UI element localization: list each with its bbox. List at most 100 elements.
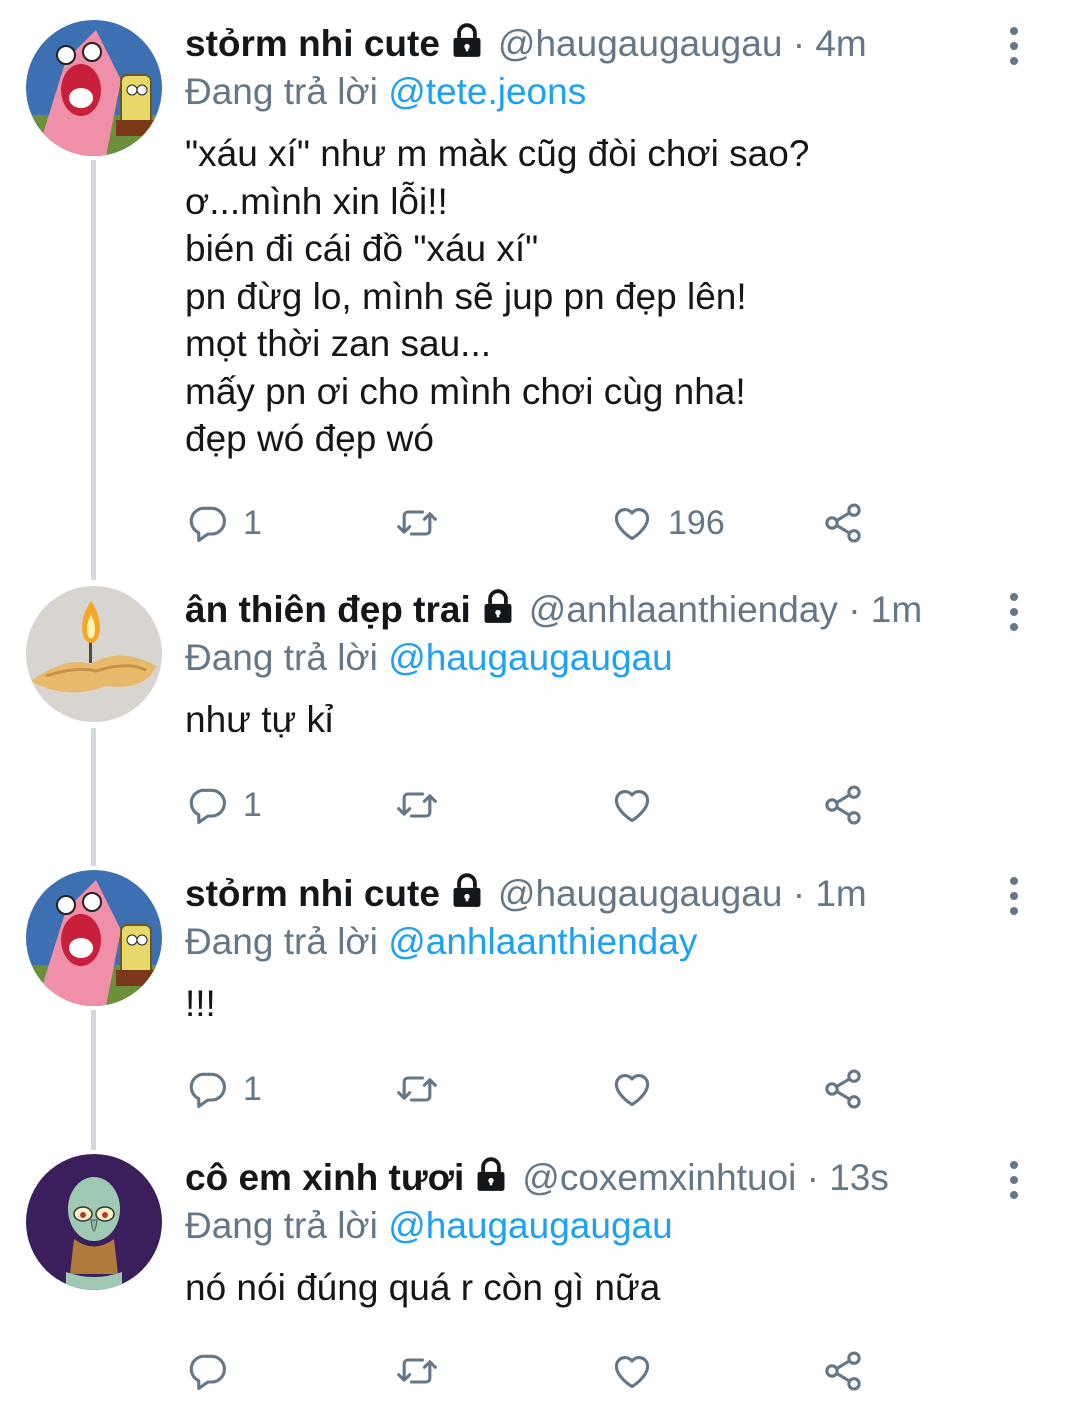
retweet-icon [397,1076,437,1102]
retweet-icon [397,510,437,536]
mention-link[interactable]: @haugaugaugau [388,1205,673,1246]
tweet-actions [185,1346,885,1396]
share-icon [825,503,861,543]
tweet-content: ân thiên đẹp trai @anhlaanthienday · 1m Đ… [185,586,1000,744]
heart-icon [614,508,650,541]
like-button[interactable]: 196 [610,498,725,548]
avatar[interactable] [26,20,162,156]
tweet-actions: 1 [185,1064,885,1114]
lock-icon [448,872,486,922]
tweet-timestamp[interactable]: 1m [871,589,922,630]
like-button[interactable] [610,1346,668,1396]
heart-icon [614,1356,650,1389]
replying-to-label: Đang trả lời [185,921,378,962]
display-name[interactable]: cô em xinh tươi [185,1157,464,1198]
separator-dot: · [806,1157,819,1198]
avatar[interactable] [26,586,162,722]
tweet-text: !!! [185,983,216,1024]
tweet-header: cô em xinh tươi @coxemxinhtuoi · 13s [185,1154,1000,1202]
lock-icon [479,588,517,638]
retweet-icon [397,1358,437,1384]
replying-to: Đang trả lời @anhlaanthienday [185,918,1000,966]
like-button[interactable] [610,1064,668,1114]
retweet-button[interactable] [395,1064,453,1114]
user-handle[interactable]: @haugaugaugau [498,23,783,64]
reply-button[interactable]: 1 [185,1064,262,1114]
more-vertical-icon[interactable] [1002,588,1026,636]
mention-link[interactable]: @anhlaanthienday [388,921,697,962]
share-button[interactable] [821,780,865,830]
user-handle[interactable]: @haugaugaugau [498,873,783,914]
avatar[interactable] [26,1154,162,1290]
tweet[interactable]: stỏrm nhi cute @haugaugaugau · 4m Đang tr… [0,20,1080,560]
tweet[interactable]: stỏrm nhi cute @haugaugaugau · 1m Đang tr… [0,870,1080,1130]
tweet-content: stỏrm nhi cute @haugaugaugau · 1m Đang tr… [185,870,1000,1028]
share-button[interactable] [821,498,865,548]
share-icon [825,785,861,825]
separator-dot: · [848,589,861,630]
separator-dot: · [792,873,806,914]
display-name[interactable]: stỏrm nhi cute [185,23,440,64]
separator-dot: · [792,23,806,64]
tweet-timestamp[interactable]: 13s [829,1157,889,1198]
user-handle[interactable]: @anhlaanthienday [529,589,838,630]
tweet-content: cô em xinh tươi @coxemxinhtuoi · 13s Đang… [185,1154,1000,1312]
lock-icon [472,1156,510,1206]
heart-icon [614,790,650,823]
display-name[interactable]: stỏrm nhi cute [185,873,440,914]
mention-link[interactable]: @haugaugaugau [388,637,673,678]
avatar[interactable] [26,870,162,1006]
reply-count: 1 [243,503,262,542]
patrick-star-avatar [26,870,162,1006]
retweet-button[interactable] [395,780,453,830]
share-button[interactable] [821,1064,865,1114]
like-button[interactable] [610,780,668,830]
tweet[interactable]: ân thiên đẹp trai @anhlaanthienday · 1m Đ… [0,586,1080,846]
share-button[interactable] [821,1346,865,1396]
reply-icon [189,506,226,542]
tweet-header: stỏrm nhi cute @haugaugaugau · 4m [185,20,1000,68]
patrick-star-avatar [26,20,162,156]
tweet-text: như tự kỉ [185,699,334,740]
tweet-header: ân thiên đẹp trai @anhlaanthienday · 1m [185,586,1000,634]
retweet-button[interactable] [395,1346,453,1396]
mention-link[interactable]: @tete.jeons [388,71,586,112]
reply-button[interactable]: 1 [185,780,262,830]
reply-icon [189,788,226,824]
reply-icon [189,1072,226,1108]
heart-icon [614,1074,650,1107]
squidward-avatar [26,1154,162,1290]
replying-to-label: Đang trả lời [185,637,378,678]
replying-to: Đang trả lời @haugaugaugau [185,1202,1000,1250]
tweet[interactable]: cô em xinh tươi @coxemxinhtuoi · 13s Đang… [0,1154,1080,1404]
tweet-text: "xáu xí" như m màk cũg đòi chơi sao? ơ..… [185,133,810,459]
replying-to-label: Đang trả lời [185,71,378,112]
reply-button[interactable] [185,1346,243,1396]
candle-flame-avatar [26,586,162,722]
tweet-text: nó nói đúng quá r còn gì nữa [185,1267,661,1308]
reply-count: 1 [243,785,262,824]
tweet-actions: 1 196 [185,498,885,548]
more-vertical-icon[interactable] [1002,22,1026,70]
tweet-timestamp[interactable]: 4m [815,23,866,64]
lock-icon [448,22,486,72]
like-count: 196 [668,503,725,542]
replying-to-label: Đang trả lời [185,1205,378,1246]
reply-count: 1 [243,1069,262,1108]
tweet-header: stỏrm nhi cute @haugaugaugau · 1m [185,870,1000,918]
tweet-actions: 1 [185,780,885,830]
retweet-icon [397,792,437,818]
reply-button[interactable]: 1 [185,498,262,548]
replying-to: Đang trả lời @haugaugaugau [185,634,1000,682]
tweet-content: stỏrm nhi cute @haugaugaugau · 4m Đang tr… [185,20,1000,463]
share-icon [825,1351,861,1391]
retweet-button[interactable] [395,498,453,548]
more-vertical-icon[interactable] [1002,872,1026,920]
tweet-timestamp[interactable]: 1m [815,873,866,914]
share-icon [825,1069,861,1109]
user-handle[interactable]: @coxemxinhtuoi [522,1157,796,1198]
more-vertical-icon[interactable] [1002,1156,1026,1204]
reply-icon [189,1354,226,1390]
display-name[interactable]: ân thiên đẹp trai [185,589,471,630]
replying-to: Đang trả lời @tete.jeons [185,68,1000,116]
